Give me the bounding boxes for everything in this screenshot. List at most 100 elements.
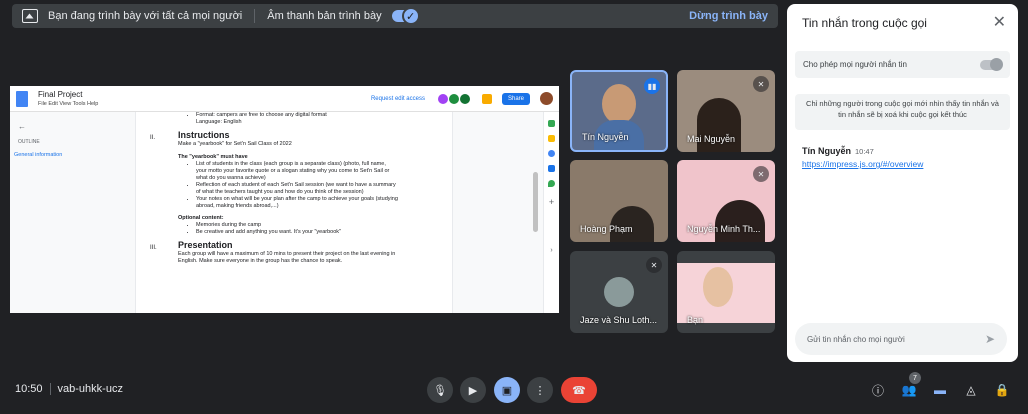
leave-call-button[interactable]: ☎ xyxy=(561,377,597,403)
shared-screen: Final Project File Edit View Tools Help … xyxy=(10,86,559,313)
participant-name: Jaze và Shu Loth... xyxy=(580,315,658,325)
participant-video xyxy=(715,200,765,242)
mic-off-icon: ✕ xyxy=(753,166,769,182)
doc-share-button: Share xyxy=(501,92,530,105)
camera-button[interactable]: ▶ xyxy=(460,377,486,403)
participant-tile[interactable]: ✕ Jaze và Shu Loth... xyxy=(570,251,668,333)
allow-messages-label: Cho phép mọi người nhắn tin xyxy=(803,60,907,69)
microphone-icon: 🎙 xyxy=(433,384,447,397)
participant-tile[interactable]: Hoàng Phạm xyxy=(570,160,668,242)
check-icon: ✓ xyxy=(401,7,420,25)
present-screen-icon xyxy=(22,9,38,23)
list-item: Memories during the camp xyxy=(196,222,452,229)
close-icon[interactable]: ✕ xyxy=(993,12,1006,32)
chat-button[interactable]: ▬ xyxy=(930,380,950,400)
activities-button[interactable]: ◬ xyxy=(961,380,981,400)
presentation-audio-toggle[interactable]: ✓ xyxy=(391,7,420,25)
participant-name: Bạn xyxy=(687,315,704,325)
people-count-badge: 7 xyxy=(909,372,921,384)
request-edit-link: Request edit access xyxy=(370,95,425,102)
divider xyxy=(49,383,51,396)
mic-off-icon: ✕ xyxy=(646,257,662,273)
participant-tile[interactable]: Bạn xyxy=(677,251,775,333)
participant-name: Hoàng Phạm xyxy=(580,224,633,234)
participant-video xyxy=(602,84,636,124)
participant-name: Mai Nguyễn xyxy=(687,134,736,144)
paragraph: Optional content: xyxy=(178,215,224,221)
viewer-avatar xyxy=(459,93,470,104)
people-icon: 👥 xyxy=(901,383,917,397)
doc-side-rail: + › xyxy=(543,112,559,313)
meet-icon xyxy=(481,93,492,104)
more-vert-icon: ⋮ xyxy=(534,384,546,397)
chat-input-placeholder: Gửi tin nhắn cho mọi người xyxy=(807,334,905,344)
paragraph: The "yearbook" must have xyxy=(178,154,248,160)
participant-name: Tín Nguyễn xyxy=(582,132,629,142)
activities-icon: ◬ xyxy=(966,383,976,397)
doc-outline: ← OUTLINE General information xyxy=(14,122,62,158)
list-item: List of students in the class (each grou… xyxy=(196,161,398,182)
list-item: Format: campers are free to choose any d… xyxy=(196,112,452,119)
more-options-button[interactable]: ⋮ xyxy=(527,377,553,403)
doc-header: Final Project File Edit View Tools Help … xyxy=(10,86,559,112)
viewer-avatar xyxy=(448,93,459,104)
keep-icon xyxy=(548,135,555,142)
chat-info-notice: Chỉ những người trong cuộc gọi mới nhìn … xyxy=(795,94,1010,130)
allow-messages-toggle[interactable] xyxy=(980,57,1003,71)
doc-title: Final Project xyxy=(38,90,83,99)
maps-icon xyxy=(548,180,555,187)
camera-icon: ▶ xyxy=(468,384,478,397)
docs-logo-icon xyxy=(16,90,28,107)
section-heading: Instructions xyxy=(178,130,230,140)
presentation-audio-label: Âm thanh bản trình bày xyxy=(267,10,382,22)
speaking-indicator-icon: ▮▮ xyxy=(644,78,660,94)
chevron-right-icon: › xyxy=(550,247,553,254)
participant-tile[interactable]: ✕ Mai Nguyễn xyxy=(677,70,775,152)
list-item: Language: English xyxy=(196,119,242,125)
add-icon: + xyxy=(548,197,555,207)
participant-tile[interactable]: ▮▮ Tín Nguyễn xyxy=(570,70,668,152)
section-heading: Presentation xyxy=(178,240,233,250)
meeting-details-button[interactable]: ⓘ xyxy=(868,380,888,400)
stop-presenting-button[interactable]: Dừng trình bày xyxy=(689,10,768,22)
chat-icon: ▬ xyxy=(934,383,946,397)
back-arrow-icon: ← xyxy=(18,122,26,131)
participant-tile[interactable]: ✕ Nguyễn Minh Th... xyxy=(677,160,775,242)
doc-body: ← OUTLINE General information Format: ca… xyxy=(10,112,559,313)
message-header: Tín Nguyễn 10:47 xyxy=(802,146,874,156)
presenting-text: Bạn đang trình bày với tất cả mọi người xyxy=(48,10,243,22)
avatar xyxy=(604,277,634,307)
doc-scrollbar xyxy=(533,172,538,232)
present-button[interactable]: ▣ xyxy=(494,377,520,403)
list-item: Reflection of each student of each Set'n… xyxy=(196,182,398,196)
divider xyxy=(254,9,256,23)
meeting-info: 10:50 vab-uhkk-ucz xyxy=(15,383,123,396)
viewer-avatar xyxy=(437,93,448,104)
chat-panel-title: Tin nhắn trong cuộc gọi xyxy=(802,16,927,30)
allow-messages-row: Cho phép mọi người nhắn tin xyxy=(795,51,1010,78)
presenting-banner: Bạn đang trình bày với tất cả mọi người … xyxy=(12,4,778,28)
message-sender: Tín Nguyễn xyxy=(802,146,851,156)
message-link[interactable]: https://impress.js.org/#/overview xyxy=(802,159,923,169)
outline-item: General information xyxy=(14,152,63,158)
message-time: 10:47 xyxy=(855,147,874,156)
info-icon: ⓘ xyxy=(871,383,884,398)
contacts-icon xyxy=(548,165,555,172)
list-item: Be creative and add anything you want. I… xyxy=(196,229,452,236)
sheets-icon xyxy=(548,120,555,127)
meeting-code: vab-uhkk-ucz xyxy=(57,383,123,395)
chat-panel: Tin nhắn trong cuộc gọi ✕ Cho phép mọi n… xyxy=(787,4,1018,362)
doc-menu: File Edit View Tools Help xyxy=(38,101,99,107)
section-number: III. xyxy=(150,245,157,251)
tasks-icon xyxy=(548,150,555,157)
clock: 10:50 xyxy=(15,383,43,395)
participant-video xyxy=(703,267,733,307)
microphone-button[interactable]: 🎙 xyxy=(427,377,453,403)
send-icon[interactable]: ➤ xyxy=(985,332,995,346)
participant-name: Nguyễn Minh Th... xyxy=(687,224,761,234)
paragraph: Each group will have a maximum of 10 min… xyxy=(178,251,396,264)
chat-input[interactable]: Gửi tin nhắn cho mọi người ➤ xyxy=(795,323,1007,355)
paragraph: Make a "yearbook" for Set'n Sail Class o… xyxy=(178,141,292,147)
present-screen-icon: ▣ xyxy=(501,384,513,397)
host-controls-button[interactable]: 🔒 xyxy=(992,380,1012,400)
